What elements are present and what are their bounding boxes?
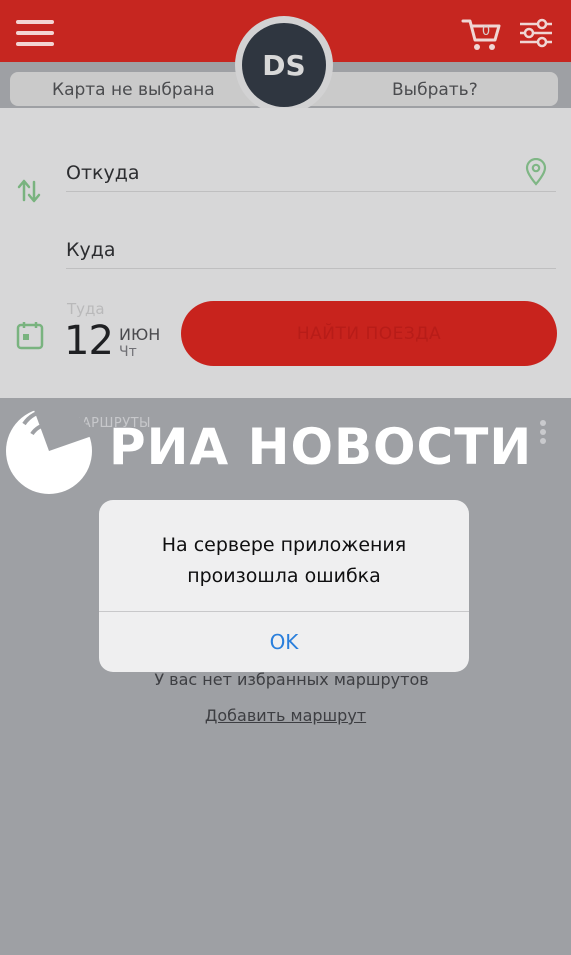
empty-routes-text: У вас нет избранных маршрутов (154, 670, 429, 689)
date-month: ИЮН (119, 325, 161, 344)
alert-message: На сервере приложения произошла ошибка (99, 530, 469, 592)
choose-card-link[interactable]: Выбрать? (392, 80, 478, 100)
date-weekday: Чт (119, 344, 137, 360)
find-trains-label: НАЙТИ ПОЕЗДА (296, 323, 442, 344)
to-divider (66, 268, 556, 269)
avatar[interactable]: DS (242, 23, 326, 107)
sliders-icon[interactable] (518, 18, 554, 48)
avatar-initials: DS (262, 48, 306, 82)
watermark-text: РИА НОВОСТИ (109, 418, 533, 476)
ria-logo (6, 406, 92, 494)
location-pin-icon[interactable] (524, 158, 548, 186)
alert-ok-label: OK (269, 630, 299, 654)
hamburger-icon[interactable] (16, 20, 54, 46)
more-options-icon[interactable] (540, 420, 548, 446)
date-day[interactable]: 12 (64, 318, 114, 364)
add-route-link[interactable]: Добавить маршрут (0, 706, 571, 725)
alert-message-line1: На сервере приложения (161, 534, 407, 556)
cart-count-badge: 0 (481, 24, 491, 39)
card-status-text: Карта не выбрана (52, 80, 215, 100)
direction-label: Туда (67, 300, 105, 318)
from-divider (66, 191, 556, 192)
swap-arrows-icon[interactable] (16, 178, 42, 204)
find-trains-button[interactable]: НАЙТИ ПОЕЗДА (181, 301, 557, 366)
to-field[interactable]: Куда (66, 239, 116, 261)
from-field[interactable]: Откуда (66, 162, 140, 184)
error-alert-dialog: На сервере приложения произошла ошибка O… (99, 500, 469, 672)
alert-ok-button[interactable]: OK (99, 612, 469, 672)
calendar-icon[interactable] (16, 320, 44, 350)
alert-message-line2: произошла ошибка (187, 565, 381, 587)
